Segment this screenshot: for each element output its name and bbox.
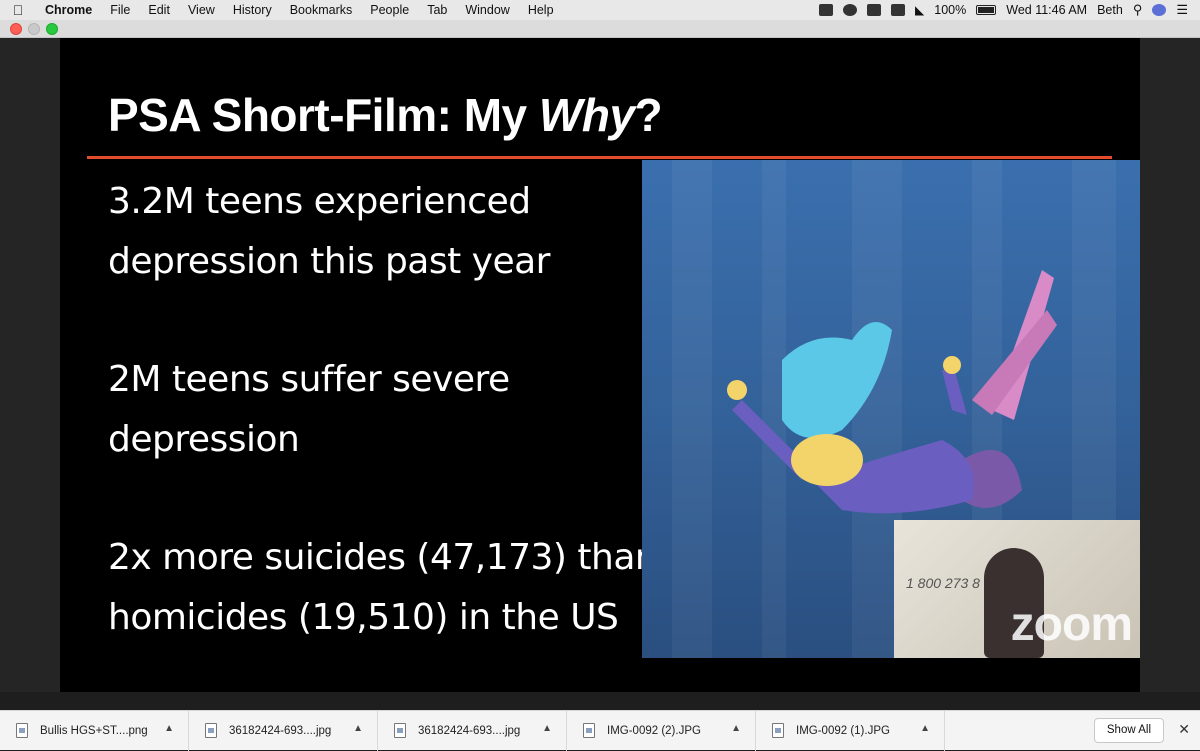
fullscreen-window-button[interactable]	[46, 23, 58, 35]
download-filename: IMG-0092 (1).JPG	[796, 724, 890, 737]
slide-title-prefix: PSA Short-Film: My	[108, 89, 539, 141]
menu-history[interactable]: History	[224, 3, 281, 17]
download-filename: 36182424-693....jpg	[418, 724, 521, 737]
user-name[interactable]: Beth	[1097, 3, 1123, 17]
slide-title: PSA Short-Film: My Why?	[108, 88, 663, 142]
download-filename: Bullis HGS+ST....png	[40, 724, 148, 737]
stat-line: depression	[108, 419, 300, 460]
menu-bar:  Chrome File Edit View History Bookmark…	[0, 0, 1200, 20]
menu-people[interactable]: People	[361, 3, 418, 17]
download-filename: IMG-0092 (2).JPG	[607, 724, 701, 737]
slide-title-suffix: ?	[634, 89, 663, 141]
title-underline	[87, 156, 1112, 159]
window-titlebar	[0, 20, 1200, 38]
chevron-up-icon[interactable]: ▲	[542, 723, 552, 734]
download-item[interactable]: IMG-0092 (1).JPG ▲	[756, 710, 945, 751]
notification-center-icon[interactable]: ☰	[1176, 2, 1188, 18]
menu-file[interactable]: File	[101, 3, 139, 17]
stat-line: homicides (19,510) in the US	[108, 597, 619, 638]
image-file-icon	[16, 723, 28, 738]
download-filename: 36182424-693....jpg	[229, 724, 332, 737]
animation-video-frame: 1 800 273 8 zoom	[642, 160, 1140, 658]
menu-help[interactable]: Help	[519, 3, 563, 17]
chevron-up-icon[interactable]: ▲	[731, 723, 741, 734]
document-file-icon	[583, 723, 595, 738]
status-area: ◣ 100% Wed 11:46 AM Beth ⚲ ☰	[819, 2, 1200, 18]
siri-icon[interactable]	[1152, 4, 1167, 16]
stat-line: depression this past year	[108, 241, 550, 282]
minimize-window-button[interactable]	[28, 23, 40, 35]
zoom-watermark: zoom	[1010, 598, 1133, 651]
participant-video-thumbnail[interactable]: 1 800 273 8 zoom	[894, 520, 1140, 658]
slide-title-emphasis: Why	[538, 89, 635, 141]
download-item[interactable]: IMG-0092 (2).JPG ▲	[567, 710, 756, 751]
stat-suicides-vs-homicides: 2x more suicides (47,173) than homicides…	[108, 528, 658, 648]
download-item[interactable]: 36182424-693....jpg ▲	[378, 710, 567, 751]
menu-tab[interactable]: Tab	[418, 3, 456, 17]
menu-view[interactable]: View	[179, 3, 224, 17]
show-all-downloads-button[interactable]: Show All	[1093, 718, 1164, 743]
download-shelf: Bullis HGS+ST....png ▲ 36182424-693....j…	[0, 710, 1200, 751]
clock[interactable]: Wed 11:46 AM	[1006, 3, 1087, 17]
wifi-icon[interactable]: ◣	[915, 3, 924, 17]
image-file-icon	[205, 723, 217, 738]
presentation-slide: PSA Short-Film: My Why? 3.2M teens exper…	[60, 38, 1140, 692]
menu-app-chrome[interactable]: Chrome	[36, 3, 101, 17]
stat-line: 2M teens suffer severe	[108, 359, 510, 400]
download-item[interactable]: Bullis HGS+ST....png ▲	[0, 710, 189, 751]
menu-edit[interactable]: Edit	[139, 3, 179, 17]
chevron-up-icon[interactable]: ▲	[353, 723, 363, 734]
menu-bookmarks[interactable]: Bookmarks	[281, 3, 362, 17]
hotline-number-text: 1 800 273 8	[906, 575, 980, 591]
battery-icon[interactable]	[976, 5, 997, 15]
image-file-icon	[394, 723, 406, 738]
apple-icon[interactable]: 	[0, 2, 36, 18]
keyboard-icon[interactable]	[891, 4, 906, 16]
battery-percent: 100%	[934, 3, 967, 17]
shield-icon[interactable]	[819, 4, 834, 16]
stat-depression-experienced: 3.2M teens experienced depression this p…	[108, 172, 550, 292]
document-file-icon	[772, 723, 784, 738]
creative-cloud-icon[interactable]	[843, 4, 858, 16]
close-icon[interactable]: ✕	[1178, 721, 1190, 738]
close-window-button[interactable]	[10, 23, 22, 35]
stat-line: 3.2M teens experienced	[108, 181, 531, 222]
spotlight-search-icon[interactable]: ⚲	[1133, 2, 1143, 18]
m-app-icon[interactable]	[867, 4, 882, 16]
menu-window[interactable]: Window	[456, 3, 518, 17]
stat-severe-depression: 2M teens suffer severe depression	[108, 350, 510, 470]
chevron-up-icon[interactable]: ▲	[920, 723, 930, 734]
stat-line: 2x more suicides (47,173) than	[108, 537, 658, 578]
shared-screen-area: PSA Short-Film: My Why? 3.2M teens exper…	[0, 38, 1200, 692]
chevron-up-icon[interactable]: ▲	[164, 723, 174, 734]
download-item[interactable]: 36182424-693....jpg ▲	[189, 710, 378, 751]
